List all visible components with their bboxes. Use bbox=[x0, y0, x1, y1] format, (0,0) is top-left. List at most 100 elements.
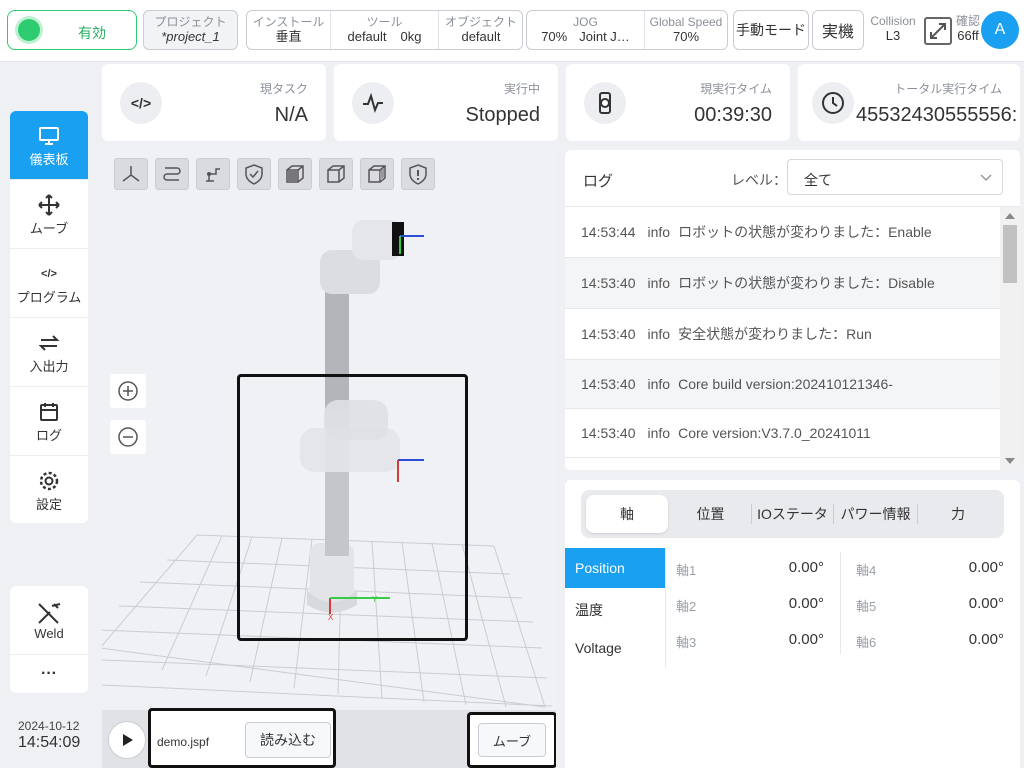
sidebar-item-dashboard[interactable]: 儀表板 bbox=[10, 111, 88, 180]
sidebar-item-label: ムーブ bbox=[29, 220, 69, 236]
clock-icon bbox=[812, 82, 854, 124]
load-button[interactable]: 読み込む bbox=[245, 722, 331, 758]
sidebar-item-move[interactable]: ムーブ bbox=[10, 180, 88, 249]
collision-indicator[interactable]: Collision L3 bbox=[866, 14, 920, 44]
side-tab-voltage[interactable]: Voltage bbox=[565, 628, 665, 668]
log-panel: ログ レベル： 全て 14:53:44 info ロボットの状態が変わりました：En… bbox=[565, 150, 1020, 470]
install-label: インストール bbox=[252, 15, 325, 29]
jog-label: JOG bbox=[573, 15, 598, 29]
tool-weight: 0kg bbox=[400, 29, 422, 44]
log-header: ログ レベル： 全て bbox=[565, 150, 1020, 207]
sidebar-item-label: ログ bbox=[35, 427, 62, 443]
enable-toggle[interactable]: 有効 bbox=[7, 10, 137, 50]
sidebar-item-io[interactable]: 入出力 bbox=[10, 318, 88, 387]
config-box[interactable]: インストール 垂直 ツール default 0kg オブジェクト default bbox=[246, 10, 523, 50]
log-entry: 14:53:40 info ロボットの状態が変わりました：Disable bbox=[565, 258, 1000, 309]
view-alert-button[interactable] bbox=[401, 158, 435, 190]
sidebar-item-weld[interactable]: Weld bbox=[10, 586, 88, 655]
tab-force[interactable]: 力 bbox=[918, 495, 998, 533]
joint-label: 軸3 bbox=[676, 635, 697, 650]
jog-speed: 70% bbox=[541, 29, 568, 44]
real-robot-button[interactable]: 実機 bbox=[812, 10, 864, 50]
move-button[interactable]: ムーブ bbox=[478, 723, 546, 757]
speed-box[interactable]: JOG 70% Joint J… Global Speed 70% bbox=[526, 10, 728, 50]
joint-label: 軸4 bbox=[856, 563, 877, 578]
project-box[interactable]: プロジェクト *project_1 bbox=[143, 10, 238, 50]
tab-label: IOステータ bbox=[757, 506, 828, 522]
manual-mode-button[interactable]: 手動モード bbox=[733, 10, 809, 50]
joint-value: 0.00° bbox=[968, 559, 1004, 576]
avatar[interactable]: A bbox=[981, 11, 1019, 49]
view-cube-top-button[interactable] bbox=[319, 158, 353, 190]
robot-highlight-box bbox=[237, 374, 468, 641]
zoom-out-button[interactable] bbox=[110, 420, 146, 454]
task-label: 現タスク bbox=[259, 82, 308, 96]
side-tab-position[interactable]: Position bbox=[565, 548, 665, 588]
scroll-thumb[interactable] bbox=[1003, 225, 1017, 283]
robot-3d-viewer[interactable]: X Y demo.jspf 読み込む ムーブ bbox=[102, 150, 556, 768]
current-task-card: </> 現タスク N/A bbox=[102, 64, 326, 141]
jog-cell: JOG 70% Joint J… bbox=[527, 11, 645, 49]
system-date: 2024-10-12 bbox=[18, 719, 80, 733]
tab-label: 軸 bbox=[620, 506, 634, 522]
sidebar-item-program[interactable]: </> プログラム bbox=[10, 249, 88, 318]
system-time: 14:54:09 bbox=[18, 734, 81, 751]
log-message: 安全状態が変わりました：Run bbox=[678, 326, 872, 342]
side-tab-temperature[interactable]: 温度 bbox=[565, 588, 665, 628]
manual-mode-label: 手動モード bbox=[736, 22, 806, 38]
view-path-button[interactable] bbox=[155, 158, 189, 190]
joint-value: 0.00° bbox=[788, 631, 824, 648]
tab-power-info[interactable]: パワー情報 bbox=[834, 504, 918, 524]
zoom-in-button[interactable] bbox=[110, 374, 146, 408]
log-entry: 14:53:44 info ロボットの状態が変わりました：Enable bbox=[565, 207, 1000, 258]
confirm-indicator[interactable]: 確認 66ff bbox=[953, 14, 983, 44]
view-axes-button[interactable] bbox=[114, 158, 148, 190]
more-label: ··· bbox=[41, 665, 57, 682]
code-icon: </> bbox=[120, 82, 162, 124]
view-robot-button[interactable] bbox=[196, 158, 230, 190]
log-time: 14:53:40 bbox=[581, 275, 636, 291]
log-message: Core version:V3.7.0_20241011 bbox=[678, 425, 871, 441]
side-tab-label: 温度 bbox=[575, 602, 603, 618]
sidebar-item-label: 儀表板 bbox=[29, 151, 69, 167]
jog-mode: Joint J… bbox=[579, 29, 630, 44]
log-level-select[interactable]: 全て bbox=[787, 159, 1003, 195]
log-scrollbar[interactable] bbox=[1000, 207, 1020, 470]
log-level-value: 全て bbox=[804, 172, 832, 188]
log-level: info bbox=[647, 326, 671, 342]
global-speed-value: 70% bbox=[672, 29, 700, 44]
sidebar-item-label: プログラム bbox=[16, 289, 82, 305]
sidebar-item-settings[interactable]: 設定 bbox=[10, 456, 88, 523]
view-cube-side-button[interactable] bbox=[360, 158, 394, 190]
joint-label: 軸5 bbox=[856, 599, 877, 614]
more-button[interactable]: ··· bbox=[10, 655, 88, 693]
install-cell: インストール 垂直 bbox=[247, 11, 331, 49]
exec-status-card: 実行中 Stopped bbox=[334, 64, 558, 141]
sidebar-item-log[interactable]: ログ bbox=[10, 387, 88, 456]
log-entry: 14:53:40 info Core version:V3.7.0_20241011 bbox=[565, 409, 1000, 458]
play-button[interactable] bbox=[108, 721, 146, 759]
tab-io-status[interactable]: IOステータ bbox=[752, 504, 834, 524]
total-time-value: 45532430555556: bbox=[856, 104, 1018, 126]
file-load-group: demo.jspf 読み込む bbox=[148, 708, 336, 768]
scroll-up-icon[interactable] bbox=[1000, 209, 1020, 223]
side-tab-divider bbox=[665, 548, 666, 668]
log-time: 14:53:40 bbox=[581, 425, 636, 441]
scroll-down-icon[interactable] bbox=[1000, 454, 1020, 468]
tab-position[interactable]: 位置 bbox=[670, 504, 752, 524]
view-safety-button[interactable] bbox=[237, 158, 271, 190]
move-action-group: ムーブ bbox=[467, 712, 556, 768]
weld-label: Weld bbox=[34, 625, 64, 641]
tab-axis[interactable]: 軸 bbox=[586, 495, 668, 533]
joint-value: 0.00° bbox=[788, 559, 824, 576]
weld-icon bbox=[36, 600, 62, 626]
object-label: オブジェクト bbox=[444, 15, 517, 29]
expand-icon[interactable] bbox=[924, 17, 952, 45]
log-level: info bbox=[647, 275, 671, 291]
gear-icon bbox=[38, 468, 60, 494]
tab-label: 力 bbox=[951, 506, 965, 522]
view-cube-front-button[interactable] bbox=[278, 158, 312, 190]
collision-label: Collision bbox=[870, 14, 916, 28]
joint-value: 0.00° bbox=[968, 595, 1004, 612]
log-level: info bbox=[647, 224, 671, 240]
